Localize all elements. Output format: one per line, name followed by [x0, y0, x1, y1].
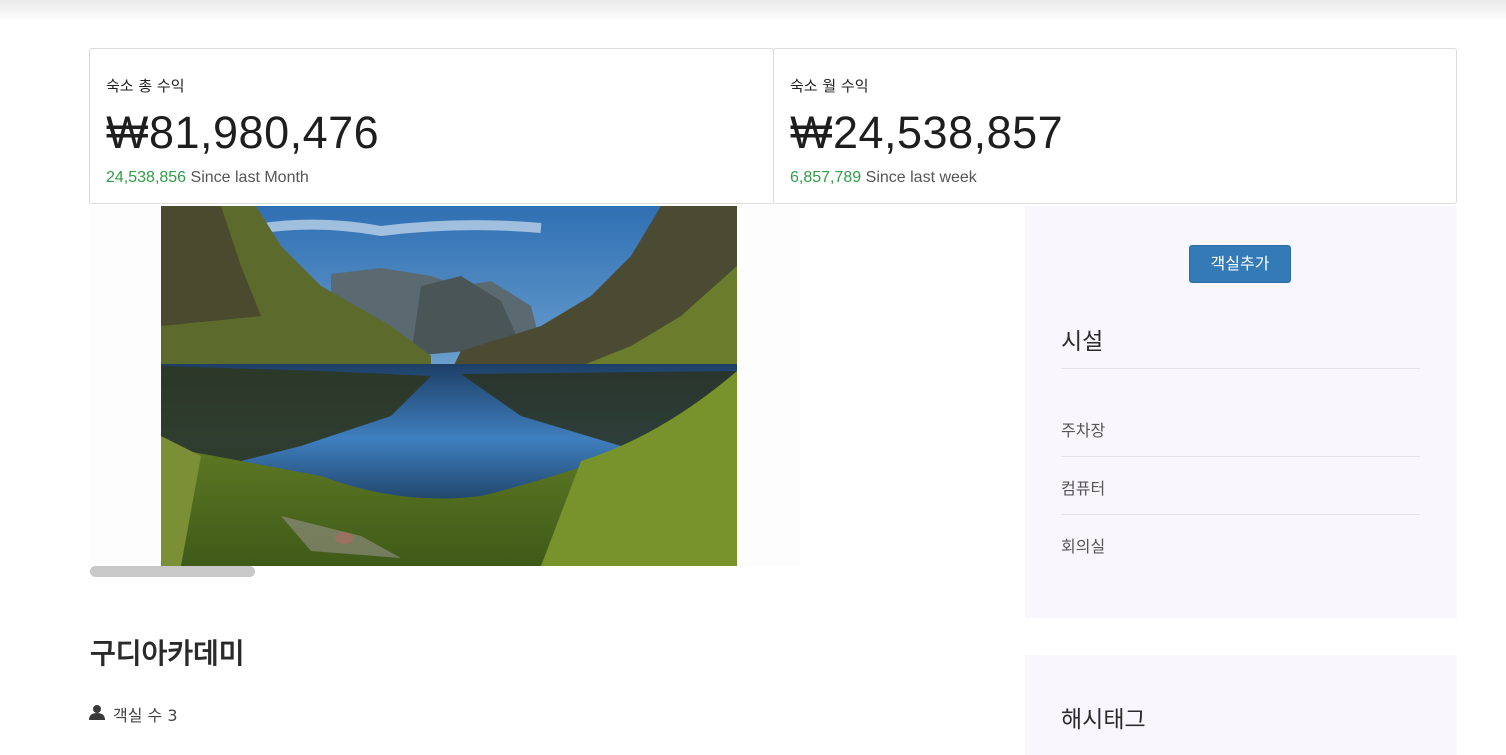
- property-photo: [161, 206, 737, 566]
- facility-divider: [1061, 514, 1420, 515]
- room-count: 객실 수 3: [89, 702, 178, 726]
- facility-item-computer: 컴퓨터: [1061, 479, 1106, 498]
- add-room-button[interactable]: 객실추가: [1189, 245, 1291, 283]
- property-name: 구디아카데미: [90, 637, 245, 670]
- facility-item-parking: 주차장: [1061, 421, 1106, 440]
- facilities-title: 시설: [1061, 329, 1104, 355]
- total-revenue-label: 숙소 총 수익: [106, 77, 185, 95]
- total-revenue-delta: 24,538,856: [106, 169, 187, 186]
- total-revenue-footer: 24,538,856 Since last Month: [106, 169, 309, 187]
- facilities-divider: [1061, 368, 1420, 369]
- facility-divider: [1061, 456, 1420, 457]
- monthly-revenue-label: 숙소 월 수익: [790, 77, 869, 95]
- monthly-revenue-since: Since last week: [865, 169, 977, 186]
- monthly-revenue-delta: 6,857,789: [790, 169, 862, 186]
- monthly-revenue-card: 숙소 월 수익 ₩24,538,857 6,857,789 Since last…: [773, 48, 1457, 204]
- total-revenue-card: 숙소 총 수익 ₩81,980,476 24,538,856 Since las…: [89, 48, 774, 204]
- top-shadow: [0, 0, 1506, 22]
- hashtags-title: 해시태그: [1061, 707, 1146, 733]
- room-count-label: 객실 수 3: [113, 706, 178, 725]
- monthly-revenue-value: ₩24,538,857: [790, 107, 1064, 158]
- facilities-panel: 객실추가 시설 주차장 컴퓨터 회의실: [1025, 206, 1457, 618]
- hashtags-panel: 해시태그: [1025, 655, 1457, 755]
- monthly-revenue-footer: 6,857,789 Since last week: [790, 169, 977, 187]
- facility-item-meeting-room: 회의실: [1061, 537, 1106, 556]
- total-revenue-since: Since last Month: [190, 169, 309, 186]
- user-icon: [89, 704, 105, 724]
- total-revenue-value: ₩81,980,476: [106, 107, 380, 158]
- gallery-scrollbar[interactable]: [90, 566, 255, 577]
